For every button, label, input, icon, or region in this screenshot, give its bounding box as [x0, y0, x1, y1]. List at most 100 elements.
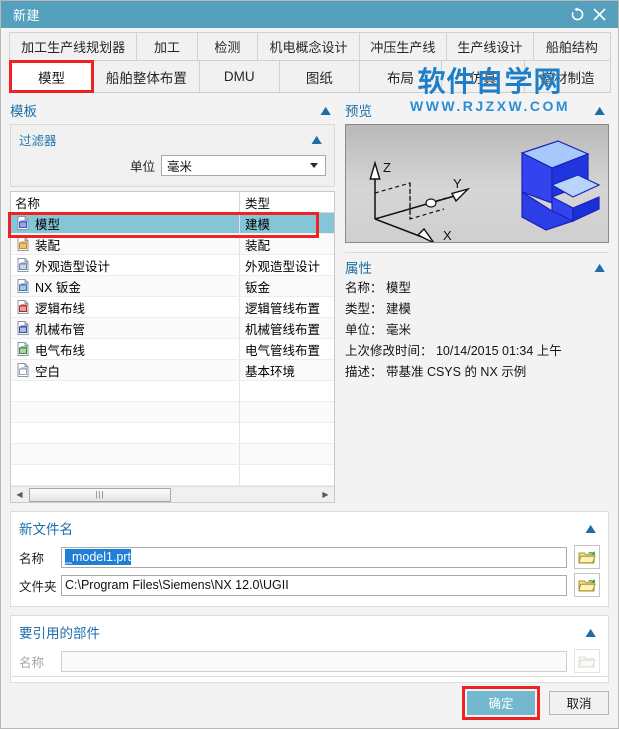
- reset-icon[interactable]: [566, 4, 588, 26]
- reference-name-label: 名称: [19, 655, 45, 670]
- cancel-button[interactable]: 取消: [549, 690, 609, 715]
- tab-label: 生产线设计: [457, 40, 523, 55]
- tab-label: 检测: [214, 40, 241, 55]
- tab-1[interactable]: 加工生产线规划器: [9, 32, 138, 61]
- tab-6[interactable]: 仿真: [440, 60, 525, 93]
- tab-4[interactable]: 机电概念设计: [257, 32, 360, 61]
- ok-button[interactable]: 确定: [467, 690, 535, 715]
- svg-text:X: X: [443, 228, 452, 243]
- unit-value: 毫米: [167, 160, 193, 174]
- scrollbar-thumb[interactable]: |||: [29, 487, 171, 502]
- tab-2[interactable]: 船舶整体布置: [93, 60, 200, 93]
- template-row-type: 逻辑管线布置: [245, 301, 321, 316]
- new-file-section-header: 新文件名 ▲: [19, 517, 600, 539]
- dialog-footer: 确定 取消: [10, 676, 609, 720]
- scroll-left-icon[interactable]: ◀: [12, 488, 27, 502]
- reference-name-input[interactable]: [61, 650, 567, 672]
- sheetmetal-file-icon: [17, 279, 29, 293]
- reference-name-row: 名称: [19, 649, 600, 673]
- template-row[interactable]: 机械布管 机械管线布置: [11, 318, 334, 339]
- template-row-name: 空白: [35, 364, 61, 379]
- tab-label: 仿真: [469, 70, 497, 86]
- property-line: 单位： 毫米: [345, 323, 411, 337]
- close-icon[interactable]: [588, 4, 610, 26]
- tab-1[interactable]: 模型: [9, 60, 95, 93]
- tab-5[interactable]: 布局: [358, 60, 442, 93]
- template-row-name-cell: 空白: [11, 360, 240, 380]
- preview-section-title: 预览: [345, 104, 372, 119]
- template-row-type: 装配: [245, 238, 271, 253]
- template-section-title: 模板: [10, 104, 37, 119]
- tab-label: 加工生产线规划器: [21, 40, 126, 55]
- empty-cell: [240, 381, 334, 401]
- dialog-title: 新建: [13, 8, 41, 23]
- properties-list: 名称： 模型 类型： 建模 单位： 毫米 上次修改时间： 10/14/2015 01:…: [345, 281, 609, 379]
- empty-cell: [11, 381, 240, 401]
- template-row[interactable]: 装配 装配: [11, 234, 334, 255]
- tab-6[interactable]: 生产线设计: [445, 32, 534, 61]
- template-list-rows: 模型 建模 装配 装配 外观造型设计 外观造型设计 NX 钣金 钣金 逻辑布线 逻辑管线布置 机械布…: [11, 213, 334, 486]
- template-row[interactable]: NX 钣金 钣金: [11, 276, 334, 297]
- folder-browse-button[interactable]: [574, 573, 600, 597]
- template-row-type: 电气管线布置: [245, 343, 321, 358]
- tab-7[interactable]: 增材制造: [524, 60, 611, 93]
- new-file-section-title: 新文件名: [19, 522, 73, 537]
- tab-row-secondary: 模型 船舶整体布置 DMU 图纸 布局 仿真 增材制造: [9, 60, 611, 93]
- template-list-header: 名称 类型: [11, 192, 334, 213]
- column-header-type: 类型: [245, 196, 271, 211]
- horizontal-scrollbar[interactable]: ◀ ||| ▶: [11, 486, 334, 502]
- tab-3[interactable]: 检测: [196, 32, 259, 61]
- empty-cell: [240, 402, 334, 422]
- template-list[interactable]: 名称 类型 模型 建模装配 装配外观造型设计 外观造型设计 NX 钣金 钣金 逻辑布线 逻辑管…: [8, 191, 335, 503]
- filter-header: 过滤器 ▲: [19, 130, 326, 148]
- reference-section-header: 要引用的部件 ▲: [19, 621, 600, 643]
- template-row-empty: [11, 465, 334, 486]
- chevron-up-icon[interactable]: ▲: [317, 102, 337, 118]
- template-row[interactable]: 空白 基本环境: [11, 360, 334, 381]
- chevron-up-icon[interactable]: ▲: [308, 131, 328, 147]
- chevron-up-icon[interactable]: ▲: [591, 259, 611, 275]
- tab-3[interactable]: DMU: [198, 60, 280, 93]
- file-name-input[interactable]: _model1.prt: [61, 546, 567, 568]
- open-folder-icon: [578, 551, 596, 564]
- template-row-name: 装配: [35, 238, 61, 253]
- folder-input[interactable]: C:\Program Files\Siemens\NX 12.0\UGII: [61, 574, 567, 596]
- dialog-titlebar: 新建: [1, 1, 618, 28]
- file-name-row: 名称 _model1.prt: [19, 545, 600, 569]
- empty-cell: [240, 465, 334, 485]
- reference-section-title: 要引用的部件: [19, 626, 100, 641]
- property-line: 名称： 模型: [345, 281, 411, 295]
- template-row-name-cell: 电气布线: [11, 339, 240, 359]
- file-name-browse-button[interactable]: [574, 545, 600, 569]
- unit-select[interactable]: 毫米: [161, 155, 326, 176]
- template-row[interactable]: 外观造型设计 外观造型设计: [11, 255, 334, 276]
- properties-divider: [345, 252, 609, 253]
- template-row[interactable]: 电气布线 电气管线布置: [11, 339, 334, 360]
- scroll-right-icon[interactable]: ▶: [318, 488, 333, 502]
- filter-title: 过滤器: [19, 133, 57, 148]
- tab-4[interactable]: 图纸: [278, 60, 360, 93]
- template-row-name: NX 钣金: [35, 280, 81, 295]
- template-row-empty: [11, 444, 334, 465]
- mechanical-routing-file-icon: [17, 321, 29, 335]
- scrollbar-track[interactable]: |||: [27, 487, 318, 502]
- chevron-up-icon[interactable]: ▲: [582, 624, 602, 640]
- tab-7[interactable]: 船舶结构: [532, 32, 611, 61]
- template-row-name-cell: 外观造型设计: [11, 255, 240, 275]
- logical-routing-file-icon: [15, 299, 31, 315]
- tab-2[interactable]: 加工: [136, 32, 198, 61]
- template-row-name-cell: 模型: [11, 213, 240, 233]
- template-row-name: 机械布管: [35, 322, 86, 337]
- chevron-up-icon[interactable]: ▲: [591, 102, 611, 118]
- chevron-up-icon[interactable]: ▲: [582, 520, 602, 536]
- template-row[interactable]: 逻辑布线 逻辑管线布置: [11, 297, 334, 318]
- tab-label: 布局: [386, 70, 414, 86]
- property-line: 上次修改时间： 10/14/2015 01:34 上午: [345, 344, 562, 358]
- mechanical-routing-file-icon: [15, 320, 31, 336]
- template-row[interactable]: 模型 建模: [11, 213, 334, 234]
- assembly-file-icon: [17, 237, 29, 251]
- folder-value: C:\Program Files\Siemens\NX 12.0\UGII: [65, 578, 289, 592]
- tab-bar: 加工生产线规划器 加工 检测 机电概念设计 冲压生产线 生产线设计 船舶结构 模型 船舶整体布…: [1, 28, 618, 93]
- tab-label: 冲压生产线: [370, 40, 436, 55]
- tab-5[interactable]: 冲压生产线: [358, 32, 447, 61]
